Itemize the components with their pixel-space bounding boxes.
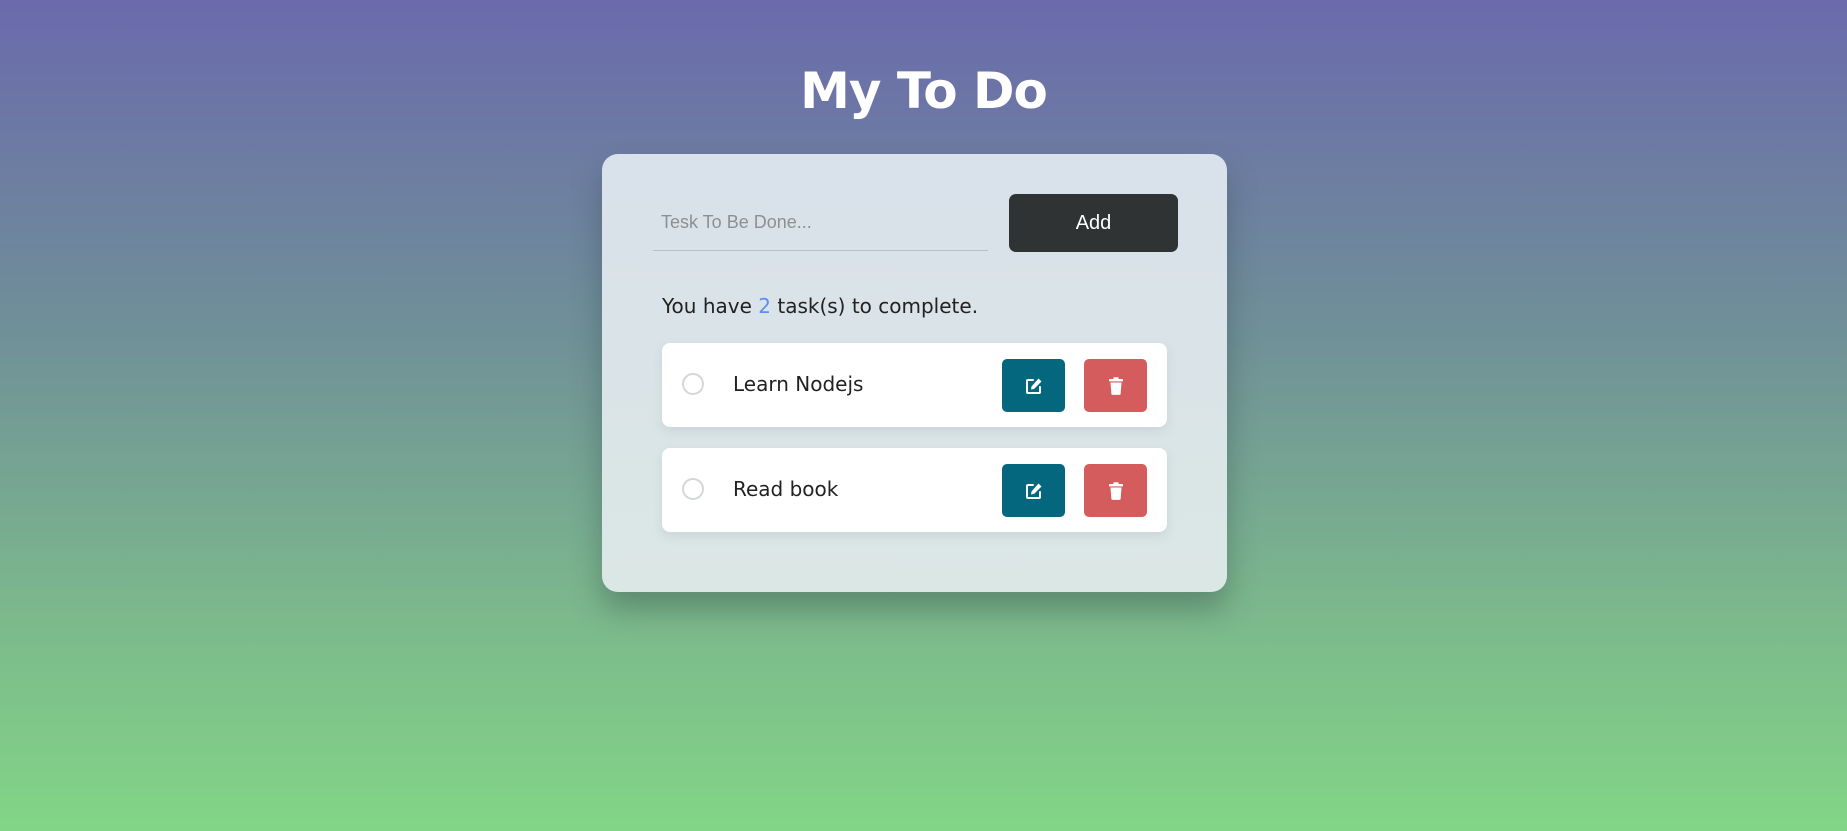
task-label: Read book [733,477,839,501]
edit-icon [1025,377,1043,395]
delete-button[interactable] [1084,464,1147,517]
edit-icon [1025,482,1043,500]
task-checkbox[interactable] [682,373,704,395]
delete-button[interactable] [1084,359,1147,412]
task-count: 2 [758,294,771,318]
task-checkbox[interactable] [682,478,704,500]
add-button[interactable]: Add [1009,194,1178,252]
trash-icon [1108,481,1124,500]
summary-suffix: task(s) to complete. [771,294,979,318]
task-label: Learn Nodejs [733,372,864,396]
task-summary: You have 2 task(s) to complete. [662,294,978,318]
todo-card: Add You have 2 task(s) to complete. Lear… [602,154,1227,592]
task-item: Read book [662,448,1167,532]
edit-button[interactable] [1002,464,1065,517]
task-item: Learn Nodejs [662,343,1167,427]
summary-prefix: You have [662,294,759,318]
trash-icon [1108,376,1124,395]
task-input[interactable] [653,194,988,251]
page-title: My To Do [800,62,1048,120]
edit-button[interactable] [1002,359,1065,412]
